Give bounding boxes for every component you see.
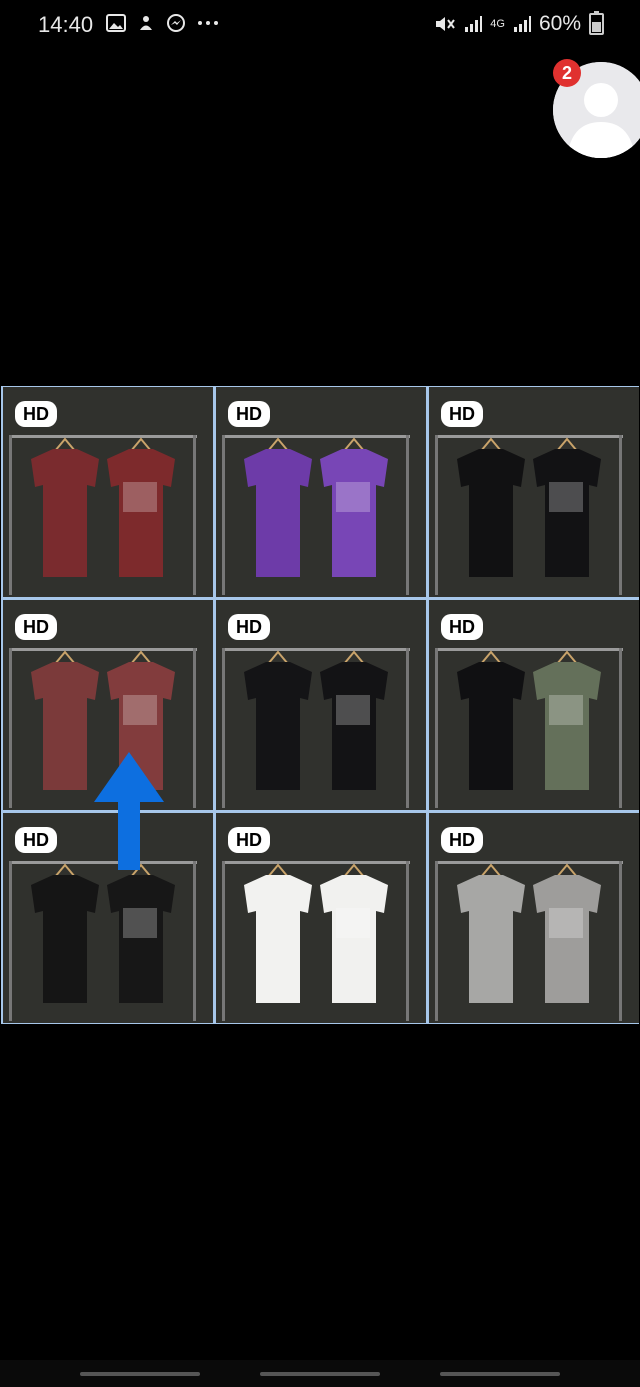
system-nav-bar	[0, 1360, 640, 1387]
image-icon	[106, 14, 126, 32]
hd-badge: HD	[228, 614, 270, 640]
messenger-icon	[167, 14, 185, 32]
more-icon	[198, 21, 218, 25]
signal-icon-2	[513, 16, 531, 32]
hd-badge: HD	[15, 827, 57, 853]
gallery-photo-1[interactable]: HD	[3, 387, 213, 597]
signal-icon	[465, 16, 483, 32]
hd-badge: HD	[15, 614, 57, 640]
image-grid: HD HD HD HD HD HD HD HD HD	[1, 386, 639, 1024]
nav-recent-button[interactable]	[80, 1372, 200, 1376]
status-notification-icons	[106, 13, 220, 33]
download-icon	[140, 16, 152, 30]
gallery-photo-6[interactable]: HD	[429, 600, 639, 810]
gallery-photo-2[interactable]: HD	[216, 387, 426, 597]
notification-badge: 2	[553, 59, 581, 87]
hd-badge: HD	[228, 401, 270, 427]
gallery-photo-8[interactable]: HD	[216, 813, 426, 1023]
hd-badge: HD	[441, 614, 483, 640]
hd-badge: HD	[228, 827, 270, 853]
hd-badge: HD	[441, 401, 483, 427]
battery-percent: 60%	[538, 12, 581, 35]
network-type-label: 4G	[490, 17, 505, 30]
nav-home-button[interactable]	[260, 1372, 380, 1376]
mute-icon	[436, 17, 456, 31]
hd-badge: HD	[441, 827, 483, 853]
status-right-group: 4G 60%	[434, 11, 604, 36]
up-arrow-annotation	[94, 752, 164, 870]
nav-back-button[interactable]	[440, 1372, 560, 1376]
battery-icon	[589, 11, 604, 35]
status-time: 14:40	[38, 12, 94, 37]
hd-badge: HD	[15, 401, 57, 427]
gallery-photo-3[interactable]: HD	[429, 387, 639, 597]
gallery-photo-5[interactable]: HD	[216, 600, 426, 810]
status-bar: 14:40 4G 60%	[0, 0, 640, 52]
gallery-photo-9[interactable]: HD	[429, 813, 639, 1023]
